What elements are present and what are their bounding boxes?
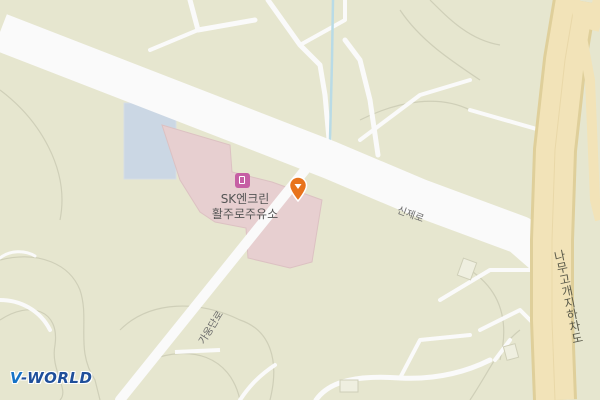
gas-station-name: 활주로주유소 (211, 207, 279, 221)
gas-station-icon[interactable] (235, 173, 250, 188)
map-canvas[interactable]: 신제로 가웅단로 나무고개지하차도 SK엔크린 활주로주유소 V-WORLD (0, 0, 600, 400)
vworld-logo: V-WORLD (10, 369, 93, 387)
gas-station-label[interactable]: SK엔크린 활주로주유소 (200, 192, 290, 222)
stream (328, 0, 335, 141)
location-pin-icon[interactable] (288, 176, 308, 202)
gas-station-brand: SK엔크린 (220, 192, 270, 206)
